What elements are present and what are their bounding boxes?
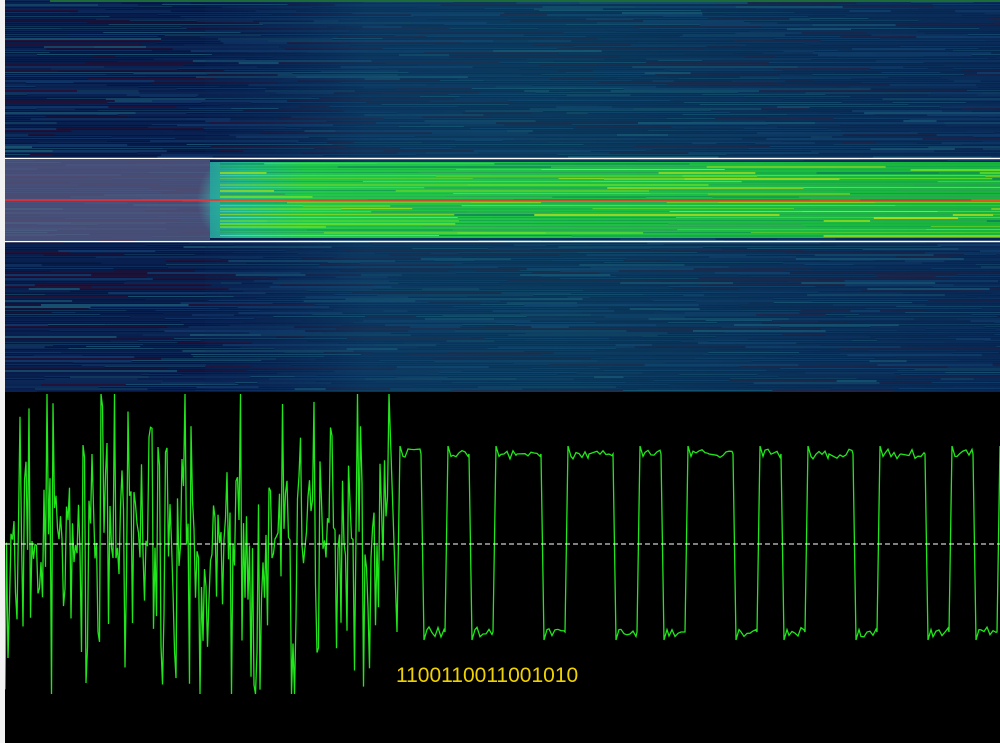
demodulated-waveform-view[interactable] [5,392,1000,743]
waveform-canvas[interactable] [5,392,1000,743]
signal-analyzer: 1100110011001010 [0,0,1000,743]
decoded-bits-label: 1100110011001010 [396,664,579,687]
spectrogram-canvas[interactable] [5,0,1000,392]
spectrogram-view[interactable] [5,0,1000,392]
top-indicator [50,0,1000,2]
